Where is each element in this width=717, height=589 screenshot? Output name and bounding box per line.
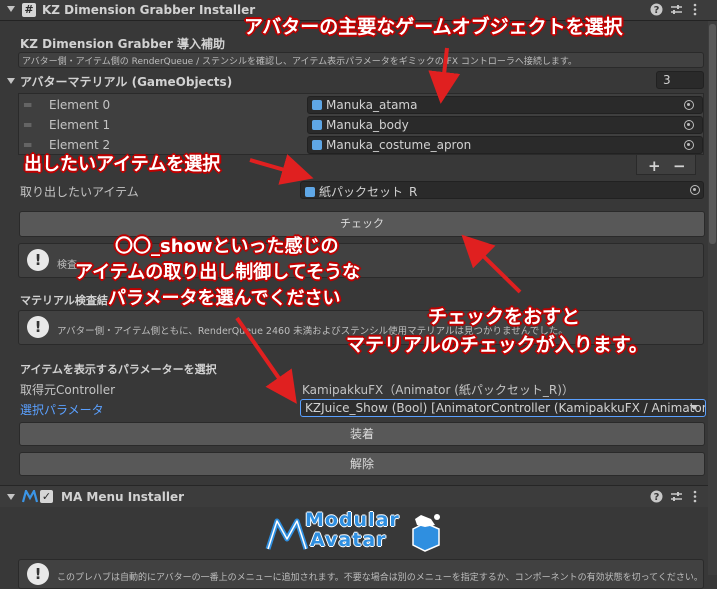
annotation-param-line2: アイテムの取り出し制御してそうな [75,262,361,283]
annotation-check-line1: チェックをおすと [428,306,581,328]
annotation-select-gameobjects: アバターの主要なゲームオブジェクトを選択 [244,16,623,38]
arrow-to-elements [428,47,461,104]
arrow-to-item [249,154,314,185]
arrow-to-check [461,234,522,294]
annotation-select-item: 出したいアイテムを選択 [24,154,221,175]
annotation-check-line2: マテリアルのチェックが入ります。 [346,334,648,356]
annotation-param-line3: パラメータを選んでください [108,288,341,309]
arrow-to-param [235,316,297,404]
annotation-param-line1: 〇〇_showといった感じの [115,236,339,257]
